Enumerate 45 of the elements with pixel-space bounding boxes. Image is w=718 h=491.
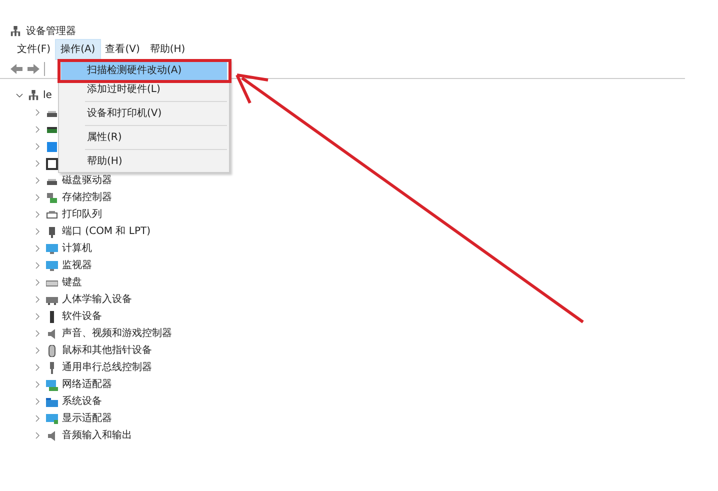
tree-item[interactable]: 存储控制器 xyxy=(62,190,112,205)
mouse-icon xyxy=(46,344,58,356)
speaker-icon xyxy=(46,328,58,340)
tree-item[interactable]: 打印队列 xyxy=(62,207,102,222)
menu-item[interactable]: 添加过时硬件(L) xyxy=(61,80,227,99)
network-icon xyxy=(46,378,58,390)
storage-icon xyxy=(46,192,58,204)
tree-item[interactable]: 端口 (COM 和 LPT) xyxy=(62,224,151,239)
menu-item[interactable]: 文件(F) xyxy=(12,40,56,59)
device-icon xyxy=(46,140,58,152)
window-title: 设备管理器 xyxy=(26,24,76,38)
folder-icon xyxy=(46,396,58,408)
tree-item[interactable]: 音频输入和输出 xyxy=(62,428,132,443)
tree-item[interactable]: 人体学输入设备 xyxy=(62,292,132,307)
tree-item[interactable]: 监视器 xyxy=(62,258,92,273)
tree-item[interactable]: 显示适配器 xyxy=(62,411,112,426)
network-tree-icon xyxy=(10,26,21,36)
speaker-icon xyxy=(46,430,58,442)
menu-item[interactable]: 操作(A) xyxy=(56,40,100,59)
tree-item[interactable]: 通用串行总线控制器 xyxy=(62,360,152,375)
tree-item[interactable]: 磁盘驱动器 xyxy=(62,173,112,188)
tree-item[interactable]: 网络适配器 xyxy=(62,377,112,392)
printer-icon xyxy=(46,208,58,220)
menu-item[interactable]: 帮助(H) xyxy=(61,152,227,171)
menu-item[interactable]: 设备和打印机(V) xyxy=(61,104,227,123)
forward-button[interactable] xyxy=(27,62,40,74)
chip-icon xyxy=(46,158,58,170)
display-icon xyxy=(46,412,58,424)
menu-item[interactable]: 扫描检测硬件改动(A) xyxy=(61,61,227,80)
collapse-icon[interactable] xyxy=(14,91,24,100)
tree-item[interactable]: 声音、视频和游戏控制器 xyxy=(62,326,172,341)
menu-item[interactable]: 查看(V) xyxy=(100,40,145,59)
tree-item[interactable]: 计算机 xyxy=(62,241,92,256)
tree-item[interactable]: 系统设备 xyxy=(62,394,102,409)
tree-item[interactable]: 软件设备 xyxy=(62,309,102,324)
monitor-icon xyxy=(46,260,58,272)
tree-item[interactable]: le xyxy=(43,88,52,103)
computer-tree-icon xyxy=(28,90,39,101)
port-icon xyxy=(46,226,58,238)
tree-item[interactable]: 鼠标和其他指针设备 xyxy=(62,343,152,358)
monitor-icon xyxy=(46,242,58,254)
menu-item[interactable]: 属性(R) xyxy=(61,128,227,147)
back-button[interactable] xyxy=(10,62,23,74)
tree-item[interactable]: 键盘 xyxy=(62,275,82,290)
menu-item[interactable]: 帮助(H) xyxy=(144,40,190,59)
